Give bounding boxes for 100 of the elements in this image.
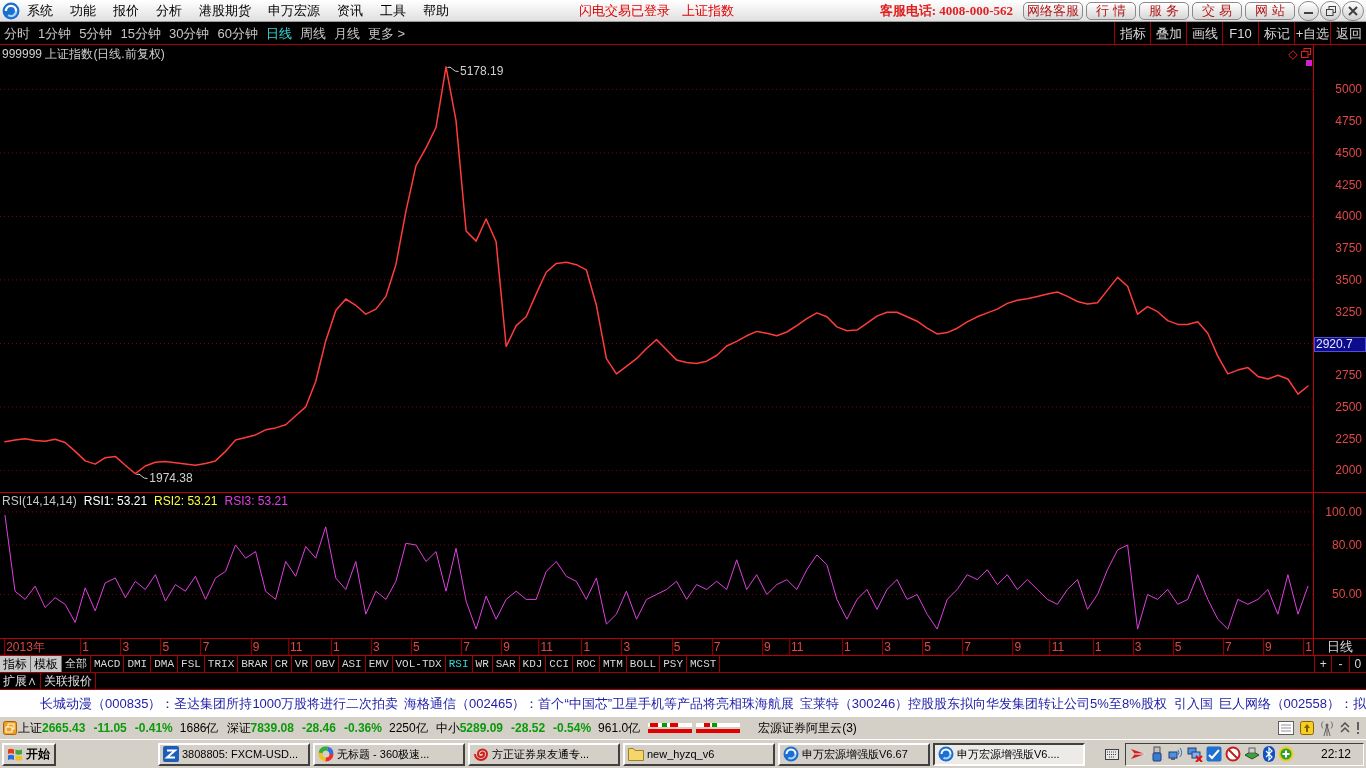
marker-icon <box>1306 60 1312 66</box>
date-axis-label: 3 <box>621 639 632 655</box>
extension-tab[interactable]: 扩展∧ <box>0 673 41 689</box>
indicator-tab[interactable]: FSL <box>178 656 205 672</box>
period-tab[interactable]: 月线 <box>333 26 360 40</box>
price-axis-label: 4500 <box>1335 145 1362 160</box>
period-tab[interactable]: 分时 <box>4 26 30 40</box>
period-label: 日线 <box>1326 639 1354 655</box>
news-headline[interactable]: 长城动漫（000835）：圣达集团所持1000万股将进行二次拍卖 <box>40 696 399 710</box>
indicator-tab[interactable]: CCI <box>546 656 574 672</box>
minimize-icon <box>1304 11 1313 15</box>
indicator-tab[interactable]: ROC <box>573 656 600 672</box>
upload-tile-icon <box>1300 721 1314 735</box>
taskbar-button[interactable]: new_hyzq_v6 <box>623 742 775 766</box>
news-headline[interactable]: 宝莱特（300246）控股股东拟向华发集团转让公司5%至8%股权 引入国 <box>799 696 1213 710</box>
indicator-tab[interactable]: KDJ <box>519 656 547 672</box>
price-axis-label: 3750 <box>1335 241 1362 256</box>
news-headline[interactable]: 巨人网络（002558）：拟 <box>1218 696 1366 710</box>
header-button[interactable]: 服 务 <box>1139 1 1189 20</box>
date-axis-label: 3 <box>120 639 131 655</box>
indicator-tab[interactable]: EMV <box>365 656 393 672</box>
menu-item[interactable]: 港股期货 <box>199 4 251 17</box>
menu-item[interactable]: 系统 <box>27 4 53 17</box>
toolbar-button[interactable]: 指标 <box>1114 22 1150 44</box>
taskbar-button[interactable]: 方正证券泉友通专... <box>468 742 620 766</box>
zoom-button[interactable]: 0 <box>1348 656 1366 672</box>
period-tab[interactable]: 日线 <box>265 26 292 40</box>
indicator-tab[interactable]: TRIX <box>204 656 239 672</box>
header-button[interactable]: 网 站 <box>1245 1 1295 20</box>
menu-item[interactable]: 申万宏源 <box>268 4 320 17</box>
indicator-tab[interactable]: ASI <box>338 656 366 672</box>
indicator-tab[interactable]: WR <box>472 656 493 672</box>
toolbar-button[interactable]: F10 <box>1222 22 1258 44</box>
price-axis-label: 5000 <box>1335 82 1362 97</box>
toolbar-button[interactable]: 标记 <box>1258 22 1294 44</box>
menu-item[interactable]: 资讯 <box>337 4 363 17</box>
start-button[interactable]: 开始 <box>2 742 56 766</box>
taskbar-button[interactable]: 3808805: FXCM-USD... <box>158 742 310 766</box>
period-tab[interactable]: 5分钟 <box>79 26 113 40</box>
panel-mode-button[interactable]: 指标 <box>0 656 31 672</box>
indicator-tab[interactable]: MCST <box>687 656 721 672</box>
indicator-tab[interactable]: BOLL <box>626 656 661 672</box>
extension-tab[interactable]: 关联报价 <box>41 673 96 689</box>
news-headline[interactable]: 海格通信（002465）：首个“中国芯”卫星手机等产品将亮相珠海航展 <box>404 696 795 710</box>
close-button[interactable] <box>1342 0 1364 21</box>
price-axis-label: 2500 <box>1335 399 1362 414</box>
period-tab[interactable]: 15分钟 <box>120 26 161 40</box>
taskbar-button[interactable]: 申万宏源增强版V6.67 <box>778 742 930 766</box>
taskbar-button[interactable]: 申万宏源增强版V6.... <box>933 742 1085 766</box>
toolbar-button[interactable]: +自选 <box>1294 22 1330 44</box>
header-button[interactable]: 网络客服 <box>1023 1 1083 20</box>
date-axis-label: 5 <box>411 639 421 655</box>
indicator-tab[interactable]: RSI <box>445 656 473 672</box>
date-axis-label: 1 <box>581 639 592 655</box>
header-button[interactable]: 行 情 <box>1086 1 1136 20</box>
indicator-tab[interactable]: CR <box>271 656 292 672</box>
minimize-button[interactable] <box>1298 0 1319 21</box>
indicator-tab[interactable]: VR <box>291 656 313 672</box>
zoom-button[interactable]: + <box>1314 656 1332 672</box>
menu-item[interactable]: 分析 <box>156 4 182 17</box>
folder-icon <box>628 747 644 761</box>
period-tab[interactable]: 60分钟 <box>217 26 258 40</box>
menu-item[interactable]: 功能 <box>70 4 96 17</box>
date-axis-label: 5 <box>922 639 932 655</box>
toolbar-button[interactable]: 画线 <box>1186 22 1222 44</box>
indicator-tab[interactable]: MTM <box>600 656 627 672</box>
date-axis-label: 11 <box>789 639 805 655</box>
indicator-tab[interactable]: OBV <box>312 656 339 672</box>
period-tab[interactable]: 更多 > <box>367 26 406 40</box>
index-change: -28.52 <box>511 722 546 734</box>
price-extreme-label: 5178.19 <box>460 64 504 78</box>
price-axis-label: 2250 <box>1335 431 1362 446</box>
indicator-tab[interactable]: DMA <box>151 656 179 672</box>
menu-item[interactable]: 报价 <box>113 4 139 17</box>
zoom-button[interactable]: - <box>1331 656 1349 672</box>
date-axis-label: 9 <box>761 639 772 655</box>
device-icon <box>1244 746 1260 762</box>
period-tab[interactable]: 周线 <box>299 26 326 40</box>
indicator-tab[interactable]: 全部 <box>62 656 91 672</box>
indicator-tab[interactable]: PSY <box>660 656 687 672</box>
period-tab[interactable]: 1分钟 <box>38 26 72 40</box>
menu-item[interactable]: 工具 <box>380 4 406 17</box>
toolbar-button[interactable]: 叠加 <box>1150 22 1186 44</box>
header-button[interactable]: 交 易 <box>1192 1 1242 20</box>
index-value: 5289.09 <box>459 722 504 734</box>
period-tab[interactable]: 30分钟 <box>168 26 210 40</box>
panel-mode-button[interactable]: 模板 <box>31 656 62 672</box>
indicator-tab[interactable]: BRAR <box>238 656 272 672</box>
date-axis-label: 11 <box>1049 639 1066 655</box>
indicator-tab[interactable]: SAR <box>492 656 520 672</box>
taskbar-button[interactable]: 无标题 - 360极速... <box>313 742 465 766</box>
restore-button[interactable] <box>1320 0 1341 21</box>
indicator-tab[interactable]: MACD <box>91 656 125 672</box>
date-axis-label: 7 <box>200 639 211 655</box>
menu-item[interactable]: 帮助 <box>423 4 449 17</box>
date-axis-label: 9 <box>501 639 511 655</box>
toolbar-button[interactable]: 返回 <box>1330 22 1366 44</box>
indicator-tab[interactable]: DMI <box>124 656 152 672</box>
price-axis-label: 4750 <box>1335 114 1362 129</box>
indicator-tab[interactable]: VOL-TDX <box>392 656 446 672</box>
